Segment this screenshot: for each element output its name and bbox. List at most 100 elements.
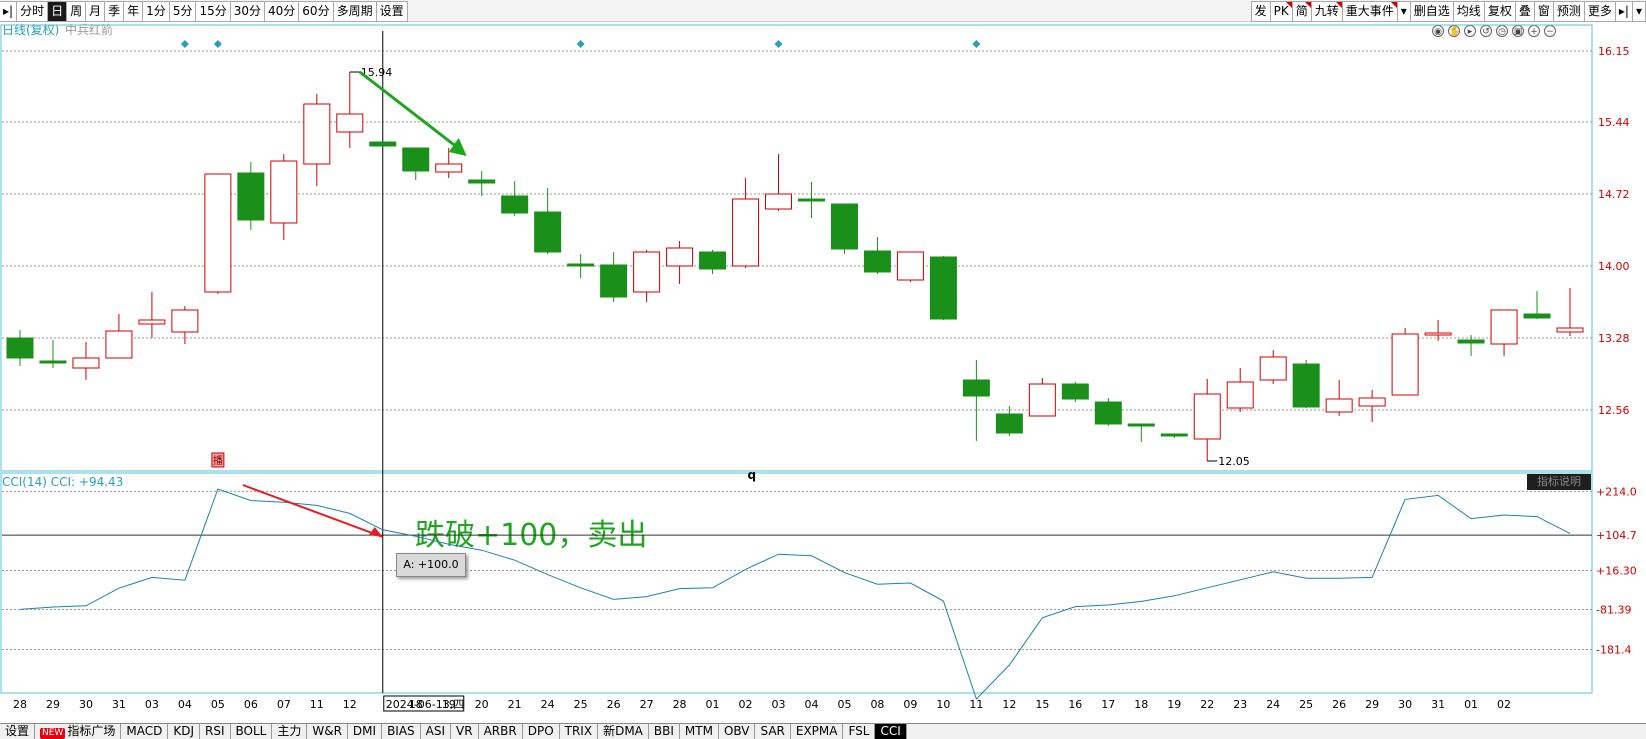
price-tick-label: 14.00: [1598, 260, 1630, 273]
indicator-tab-1[interactable]: NEW 指标广场: [35, 724, 122, 739]
left-button-10[interactable]: 30分: [229, 1, 266, 22]
indicator-tab-label: 设置: [5, 724, 30, 738]
indicator-tab-8[interactable]: DMI: [348, 724, 383, 739]
left-button-1[interactable]: 分时: [16, 1, 49, 22]
event-diamond-icon: [213, 40, 222, 48]
candle-body: [863, 250, 891, 273]
candle-body: [1160, 433, 1188, 437]
candle-body: [336, 113, 364, 133]
indicator-tab-5[interactable]: BOLL: [231, 724, 273, 739]
indicator-help-button[interactable]: 指标说明: [1527, 474, 1591, 490]
candle-body: [534, 211, 562, 253]
indicator-tab-11[interactable]: VR: [451, 724, 479, 739]
candle-body: [600, 264, 628, 298]
date-tick-label: 02: [1497, 698, 1511, 711]
left-button-8[interactable]: 5分: [168, 1, 197, 22]
candle-body: [105, 330, 133, 359]
candle-body: [1457, 339, 1485, 344]
left-button-13[interactable]: 多周期: [332, 1, 377, 22]
date-tick-label: 18: [1134, 698, 1148, 711]
indicator-tab-10[interactable]: ASI: [421, 724, 452, 739]
indicator-tab-18[interactable]: OBV: [719, 724, 756, 739]
left-button-4[interactable]: 月: [85, 1, 106, 22]
indicator-tab-0[interactable]: 设置: [0, 724, 36, 739]
right-button-1[interactable]: PK: [1269, 1, 1293, 22]
left-button-14[interactable]: 设置: [375, 1, 408, 22]
candle-body: [666, 247, 694, 267]
right-button-7[interactable]: 均线: [1452, 1, 1485, 22]
indicator-tab-9[interactable]: BIAS: [382, 724, 421, 739]
date-tick-label: 08: [870, 698, 884, 711]
right-button-9[interactable]: 叠: [1514, 1, 1535, 22]
date-tick-label: 26: [1332, 698, 1346, 711]
event-diamond-icon: [774, 40, 783, 48]
candle-body: [468, 179, 496, 184]
left-button-9[interactable]: 15分: [195, 1, 231, 22]
indicator-tab-7[interactable]: W&R: [307, 724, 348, 739]
right-button-14[interactable]: ▾: [1631, 1, 1646, 22]
cci-tick-label: +104.7: [1596, 529, 1637, 542]
indicator-tab-22[interactable]: CCI: [875, 724, 907, 739]
indicator-tab-20[interactable]: EXPMA: [791, 724, 844, 739]
date-tick-label: 17: [1101, 698, 1115, 711]
right-button-5[interactable]: ▾: [1396, 1, 1411, 22]
right-button-13[interactable]: ▸|: [1614, 1, 1633, 22]
indicator-tab-4[interactable]: RSI: [200, 724, 231, 739]
indicator-tab-label: EXPMA: [795, 724, 838, 738]
left-button-12[interactable]: 60分: [298, 1, 334, 22]
indicator-tab-label: DMI: [352, 724, 377, 738]
indicator-tab-19[interactable]: SAR: [755, 724, 791, 739]
right-button-6[interactable]: 删自选: [1409, 1, 1454, 22]
period-toolbar: ▸| 分时日周月季年 1分 5分 15分 30分 40分 60分 多周期 设置 发 PK 简九转 重大事…: [0, 0, 1646, 22]
right-button-12[interactable]: 更多: [1583, 1, 1616, 22]
candle-body: [765, 193, 793, 210]
candle-body: [1193, 393, 1221, 440]
cci-tick-label: +214.0: [1596, 485, 1637, 498]
candle-body: [1226, 381, 1254, 409]
left-button-6[interactable]: 年: [123, 1, 144, 22]
date-tick-label: 23: [1233, 698, 1247, 711]
right-button-10[interactable]: 窗: [1533, 1, 1554, 22]
indicator-tab-13[interactable]: DPO: [523, 724, 560, 739]
left-button-2[interactable]: 日: [47, 1, 68, 22]
indicator-tab-14[interactable]: TRIX: [560, 724, 599, 739]
date-tick-label: 27: [640, 698, 654, 711]
candle-body: [435, 163, 463, 173]
left-button-11[interactable]: 40分: [264, 1, 300, 22]
indicator-tab-label: SAR: [760, 724, 785, 738]
event-diamond-icon: [576, 40, 585, 48]
right-button-4[interactable]: 重大事件: [1341, 1, 1398, 22]
jump-start-icon[interactable]: ▸|: [0, 1, 18, 22]
candle-body: [1094, 401, 1122, 425]
candle-body: [962, 379, 990, 397]
indicator-tab-17[interactable]: MTM: [680, 724, 719, 739]
candle-body: [830, 203, 858, 250]
date-tick-label: 12: [343, 698, 357, 711]
indicator-tab-16[interactable]: BBI: [649, 724, 680, 739]
date-tick-label: 01: [706, 698, 720, 711]
left-button-3[interactable]: 周: [66, 1, 87, 22]
stock-chart[interactable]: 日线(复权) 中兵红箭 CCI(14) CCI: +94.43 跌破+100，卖…: [0, 22, 1646, 723]
right-button-2[interactable]: 简: [1291, 1, 1312, 22]
left-button-7[interactable]: 1分: [142, 1, 170, 22]
indicator-tab-6[interactable]: 主力: [272, 724, 308, 739]
date-tick-label: 12: [1002, 698, 1016, 711]
right-button-8[interactable]: 复权: [1483, 1, 1516, 22]
indicator-tab-label: CCI: [880, 724, 901, 738]
stock-name: 中兵红箭: [65, 22, 113, 37]
date-tick-label: 31: [112, 698, 126, 711]
right-button-11[interactable]: 预测: [1552, 1, 1585, 22]
price-tick-label: 15.44: [1598, 116, 1630, 129]
date-tick-label: 05: [211, 698, 225, 711]
indicator-tab-15[interactable]: 新DMA: [598, 724, 649, 739]
left-button-5[interactable]: 季: [104, 1, 125, 22]
date-tick-label: 07: [277, 698, 291, 711]
right-button-0[interactable]: 发: [1250, 1, 1271, 22]
candle-body: [72, 357, 100, 369]
indicator-tab-21[interactable]: FSL: [843, 724, 876, 739]
indicator-tab-3[interactable]: KDJ: [168, 724, 200, 739]
indicator-tab-2[interactable]: MACD: [121, 724, 169, 739]
right-button-3[interactable]: 九转: [1310, 1, 1343, 22]
indicator-tab-12[interactable]: ARBR: [479, 724, 523, 739]
candle-body: [171, 309, 199, 333]
